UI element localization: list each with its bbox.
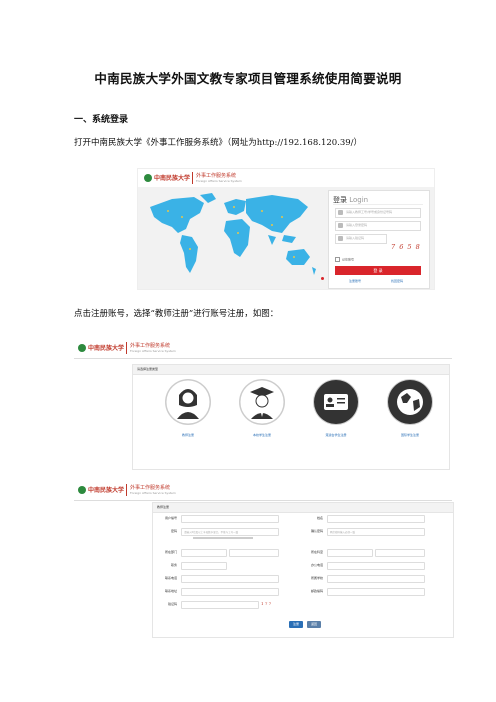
student-register-label[interactable]: 本校学生注册 [232, 433, 292, 437]
captcha-image[interactable]: 7 6 5 8 [391, 243, 421, 251]
login-button[interactable]: 登 录 [335, 266, 421, 275]
register-form-screenshot: 中南民族大学 外事工作服务系统 Foreign Affairs Service … [74, 480, 454, 638]
captcha-placeholder: 请输入验证码 [346, 236, 365, 240]
hkmt-register-option[interactable] [313, 379, 359, 425]
postcode-input[interactable] [327, 588, 425, 596]
teacher-icon [165, 379, 211, 425]
university-name: 中南民族大学 [154, 175, 191, 182]
back-button[interactable]: 返回 [307, 621, 321, 628]
captcha-image[interactable]: 1 7 7 [261, 601, 271, 606]
student-register-option[interactable] [239, 379, 285, 425]
id-card-icon [314, 380, 358, 424]
map-marker [321, 277, 324, 280]
address-input[interactable] [181, 588, 279, 596]
system-name: 外事工作服务系统 [130, 485, 171, 491]
password-placeholder: 请输入6位及以上字母数字混合，不能与工号一致 [184, 530, 239, 534]
login-divider [333, 204, 423, 205]
office-sub-select[interactable] [375, 549, 425, 557]
university-name: 中南民族大学 [88, 487, 125, 494]
international-register-label[interactable]: 国际学生注册 [380, 433, 440, 437]
login-page-body: 登录 Login 请输入教师工号/学号或身份证号码 请输入登录密码 请输入验证码… [138, 187, 434, 289]
register-form-panel: 教师注册 用户编号 密码 请输入6位及以上字母数字混合，不能与工号一致 所在部门… [152, 502, 454, 638]
checkbox-icon [335, 257, 340, 262]
register-form-title: 教师注册 [153, 503, 453, 513]
username-placeholder: 请输入教师工号/学号或身份证号码 [346, 210, 393, 214]
confirm-password-input[interactable]: 两次密码输入必须一致 [327, 528, 425, 536]
university-name: 中南民族大学 [88, 345, 125, 352]
graduate-icon [239, 379, 285, 425]
section-heading-login: 一、系统登录 [74, 115, 129, 125]
lock-icon [338, 223, 343, 228]
register-type-panel-title: 请选择注册类型 [133, 365, 449, 375]
shield-icon [338, 236, 343, 241]
header-divider [192, 172, 193, 184]
forgot-password-link[interactable]: 找回密码 [391, 279, 403, 283]
department-select[interactable] [181, 549, 227, 557]
register-type-screenshot: 中南民族大学 外事工作服务系统 Foreign Affairs Service … [74, 338, 452, 470]
system-name-en: Foreign Affairs Service System [130, 491, 176, 495]
password-input[interactable]: 请输入登录密码 [335, 221, 421, 231]
system-name-en: Foreign Affairs Service System [130, 349, 176, 353]
field-label-password: 密码 [170, 529, 177, 533]
international-register-option[interactable] [387, 379, 433, 425]
university-seal-icon [78, 344, 86, 352]
captcha-input[interactable]: 请输入验证码 [335, 234, 387, 244]
field-label-office: 所在科室 [310, 550, 323, 554]
login-title-en: Login [349, 196, 369, 204]
password-placeholder: 请输入登录密码 [346, 223, 368, 227]
field-label-postcode: 邮政编码 [310, 589, 323, 593]
user-icon [338, 210, 343, 215]
paragraph-open-system: 打开中南民族大学《外事工作服务系统》（网址为http://192.168.120… [74, 138, 363, 148]
hkmt-register-label[interactable]: 港澳台学生注册 [306, 433, 366, 437]
department-sub-select[interactable] [229, 549, 279, 557]
phone-input[interactable] [181, 575, 279, 583]
name-input[interactable] [327, 515, 425, 523]
system-name: 外事工作服务系统 [130, 343, 171, 349]
teacher-register-option[interactable] [165, 379, 211, 425]
register-type-panel: 请选择注册类型 教师注册 本校学生注册 港澳台学生注册 国际学生注册 [132, 364, 450, 470]
field-label-phone: 联系电话 [164, 576, 177, 580]
field-label-captcha: 验证码 [167, 602, 177, 606]
login-title-cn: 登录 [333, 196, 347, 204]
login-page-screenshot: 中南民族大学 外事工作服务系统 Foreign Affairs Service … [137, 168, 435, 290]
globe-icon [388, 380, 432, 424]
remember-label: 记住账号 [342, 257, 355, 262]
world-map-image [150, 193, 316, 275]
university-seal-icon [144, 174, 152, 182]
position-select[interactable] [181, 562, 227, 570]
field-label-confirm: 确认密码 [310, 529, 323, 533]
confirm-placeholder: 两次密码输入必须一致 [330, 530, 356, 534]
header-divider [126, 342, 127, 354]
password-strength-bar [193, 537, 253, 539]
username-input[interactable]: 请输入教师工号/学号或身份证号码 [335, 208, 421, 218]
office-select[interactable] [327, 549, 373, 557]
register-page-header: 中南民族大学 外事工作服务系统 Foreign Affairs Service … [74, 338, 452, 359]
user-id-input[interactable] [181, 515, 279, 523]
field-label-office-phone: 办公电话 [310, 563, 323, 567]
field-label-name: 姓名 [316, 516, 323, 520]
field-label-department: 所在部门 [164, 550, 177, 554]
remember-checkbox[interactable]: 记住账号 [335, 257, 354, 262]
submit-register-button[interactable]: 注册 [289, 621, 303, 628]
header-divider [126, 484, 127, 496]
field-label-position: 职务 [170, 563, 177, 567]
teacher-register-label[interactable]: 教师注册 [158, 433, 218, 437]
field-label-user-id: 用户编号 [164, 516, 177, 520]
school-input[interactable] [327, 575, 425, 583]
login-panel: 登录 Login 请输入教师工号/学号或身份证号码 请输入登录密码 请输入验证码… [328, 190, 430, 289]
system-name: 外事工作服务系统 [196, 173, 237, 179]
register-link[interactable]: 注册账号 [349, 279, 361, 283]
office-phone-input[interactable] [327, 562, 425, 570]
password-input[interactable]: 请输入6位及以上字母数字混合，不能与工号一致 [181, 528, 279, 536]
form-page-header: 中南民族大学 外事工作服务系统 Foreign Affairs Service … [74, 480, 452, 501]
paragraph-register: 点击注册账号，选择“教师注册”进行账号注册，如图： [74, 309, 279, 319]
university-seal-icon [78, 486, 86, 494]
document-title: 中南民族大学外国文教专家项目管理系统使用简要说明 [94, 71, 402, 86]
field-label-address: 联系地址 [164, 589, 177, 593]
login-page-header: 中南民族大学 外事工作服务系统 Foreign Affairs Service … [138, 169, 434, 188]
system-name-en: Foreign Affairs Service System [196, 179, 242, 183]
field-label-school: 所属学校 [310, 576, 323, 580]
captcha-input[interactable] [181, 601, 259, 609]
